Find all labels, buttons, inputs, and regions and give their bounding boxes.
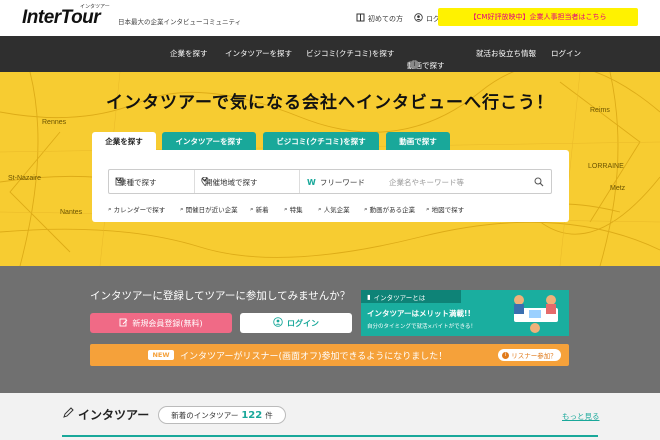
search-icon: ⌕ bbox=[364, 204, 368, 213]
book-icon bbox=[356, 13, 365, 24]
quick-link-new[interactable]: ⌕ 新着 bbox=[250, 204, 269, 215]
tours-title: インタツアー bbox=[62, 406, 149, 423]
quick-link-calendar[interactable]: ⌕ カレンダーで探す bbox=[108, 204, 165, 215]
quick-link-popular[interactable]: ⌕ 人気企業 bbox=[318, 204, 350, 215]
listener-banner[interactable]: NEW インタツアーがリスナー(画面オフ)参加できるようになりました！ i リス… bbox=[90, 344, 569, 366]
listener-text: インタツアーがリスナー(画面オフ)参加できるようになりました！ bbox=[180, 352, 448, 362]
edit-icon bbox=[119, 318, 128, 329]
more-link[interactable]: もっと見る bbox=[562, 411, 600, 422]
new-badge: NEW bbox=[148, 350, 174, 360]
login-button[interactable]: ログイン bbox=[240, 313, 352, 333]
user-icon bbox=[414, 13, 423, 24]
tab-videos[interactable]: 動画で探す bbox=[386, 132, 450, 150]
search-icon: ⌕ bbox=[180, 204, 184, 213]
map-label-rennes: Rennes bbox=[42, 119, 67, 126]
user-icon bbox=[273, 317, 283, 329]
cm-banner-button[interactable]: 【CM好評放映中】企業人事担当者はこちら bbox=[438, 8, 638, 26]
hero-section: Rennes LORRAINE St-Nazaire Nantes Reims … bbox=[0, 72, 660, 266]
promo-headline: インタツアーはメリット満載!! bbox=[367, 309, 471, 318]
register-section: インタツアーに登録してツアーに参加してみませんか？ 新規会員登録(無料) ログイ… bbox=[0, 266, 660, 393]
nav-item-companies[interactable]: 企業を探す bbox=[170, 48, 208, 59]
nav-item-tours[interactable]: インタツアーを探す bbox=[225, 48, 292, 59]
info-icon: i bbox=[502, 351, 510, 359]
search-icon: ⌕ bbox=[108, 204, 112, 213]
nav-item-login[interactable]: ログイン bbox=[551, 48, 581, 59]
tagline: 日本最大の企業インタビューコミュニティ bbox=[118, 18, 242, 26]
register-prompt: インタツアーに登録してツアーに参加してみませんか？ bbox=[90, 290, 351, 302]
map-label-nantes: Nantes bbox=[60, 209, 83, 216]
hero-headline: インタツアーで気になる会社へインタビューへ行こう！ bbox=[106, 93, 554, 113]
site-header: InterTour インタツアー 日本最大の企業インタビューコミュニティ 初めて… bbox=[0, 0, 660, 36]
search-icon: ⌕ bbox=[250, 204, 254, 213]
signup-button[interactable]: 新規会員登録(無料) bbox=[90, 313, 232, 333]
section-divider bbox=[62, 435, 598, 437]
keyword-icon: W bbox=[307, 178, 316, 187]
about-promo-banner[interactable]: ▮ インタツアーとは インタツアーはメリット満載!! 自分のタイミングで就活×バ… bbox=[361, 290, 569, 336]
search-icon: ⌕ bbox=[426, 204, 430, 213]
map-label-st-nazaire: St-Nazaire bbox=[8, 175, 41, 182]
nav-item-reviews[interactable]: ビジコミ(クチコミ)を探す bbox=[306, 48, 394, 59]
search-input[interactable]: 企業名やキーワード等 bbox=[389, 177, 464, 188]
quick-link-feature[interactable]: ⌕ 特集 bbox=[284, 204, 303, 215]
quick-link-upcoming[interactable]: ⌕ 開催日が近い企業 bbox=[180, 204, 238, 215]
search-panel: 業種で探す 開催地域で探す W フリーワード 企業名やキーワード等 ⌕ カレンダ… bbox=[92, 150, 569, 222]
tab-tours[interactable]: インタツアーを探す bbox=[162, 132, 256, 150]
promo-tag: ▮ インタツアーとは bbox=[361, 290, 461, 303]
nav-item-job-tips[interactable]: 就活お役立ち情報 bbox=[476, 48, 536, 59]
quick-link-video[interactable]: ⌕ 動画がある企業 bbox=[364, 204, 415, 215]
info-icon: i bbox=[410, 60, 419, 69]
pen-icon bbox=[62, 407, 74, 422]
search-icon: ⌕ bbox=[284, 204, 288, 213]
listener-button[interactable]: i リスナー参加？ bbox=[498, 349, 561, 361]
tours-section: インタツアー 新着のインタツアー 122 件 もっと見る bbox=[0, 393, 660, 440]
search-box: 業種で探す 開催地域で探す W フリーワード 企業名やキーワード等 bbox=[108, 169, 552, 194]
book-icon: ▮ bbox=[367, 292, 371, 301]
keyword-label: W フリーワード bbox=[307, 178, 365, 187]
map-label-metz: Metz bbox=[610, 185, 626, 192]
logo-sub: インタツアー bbox=[80, 4, 110, 10]
region-select[interactable]: 開催地域で探す bbox=[201, 177, 262, 188]
first-time-link[interactable]: 初めての方 bbox=[356, 13, 403, 24]
meeting-illustration bbox=[514, 295, 558, 333]
search-icon: ⌕ bbox=[318, 204, 322, 213]
promo-subtext: 自分のタイミングで就活×バイトができる！ bbox=[367, 324, 476, 330]
tab-companies[interactable]: 企業を探す bbox=[92, 132, 156, 150]
site-logo[interactable]: InterTour bbox=[22, 7, 101, 29]
map-label-lorraine: LORRAINE bbox=[588, 163, 624, 170]
new-tours-count: 新着のインタツアー 122 件 bbox=[158, 406, 286, 424]
tab-reviews[interactable]: ビジコミ(クチコミ)を探す bbox=[263, 132, 379, 150]
quick-link-map[interactable]: ⌕ 地図で探す bbox=[426, 204, 464, 215]
main-nav: 企業を探す インタツアーを探す ビジコミ(クチコミ)を探す 動画で探す i 就活… bbox=[0, 36, 660, 72]
industry-select[interactable]: 業種で探す bbox=[115, 177, 161, 188]
